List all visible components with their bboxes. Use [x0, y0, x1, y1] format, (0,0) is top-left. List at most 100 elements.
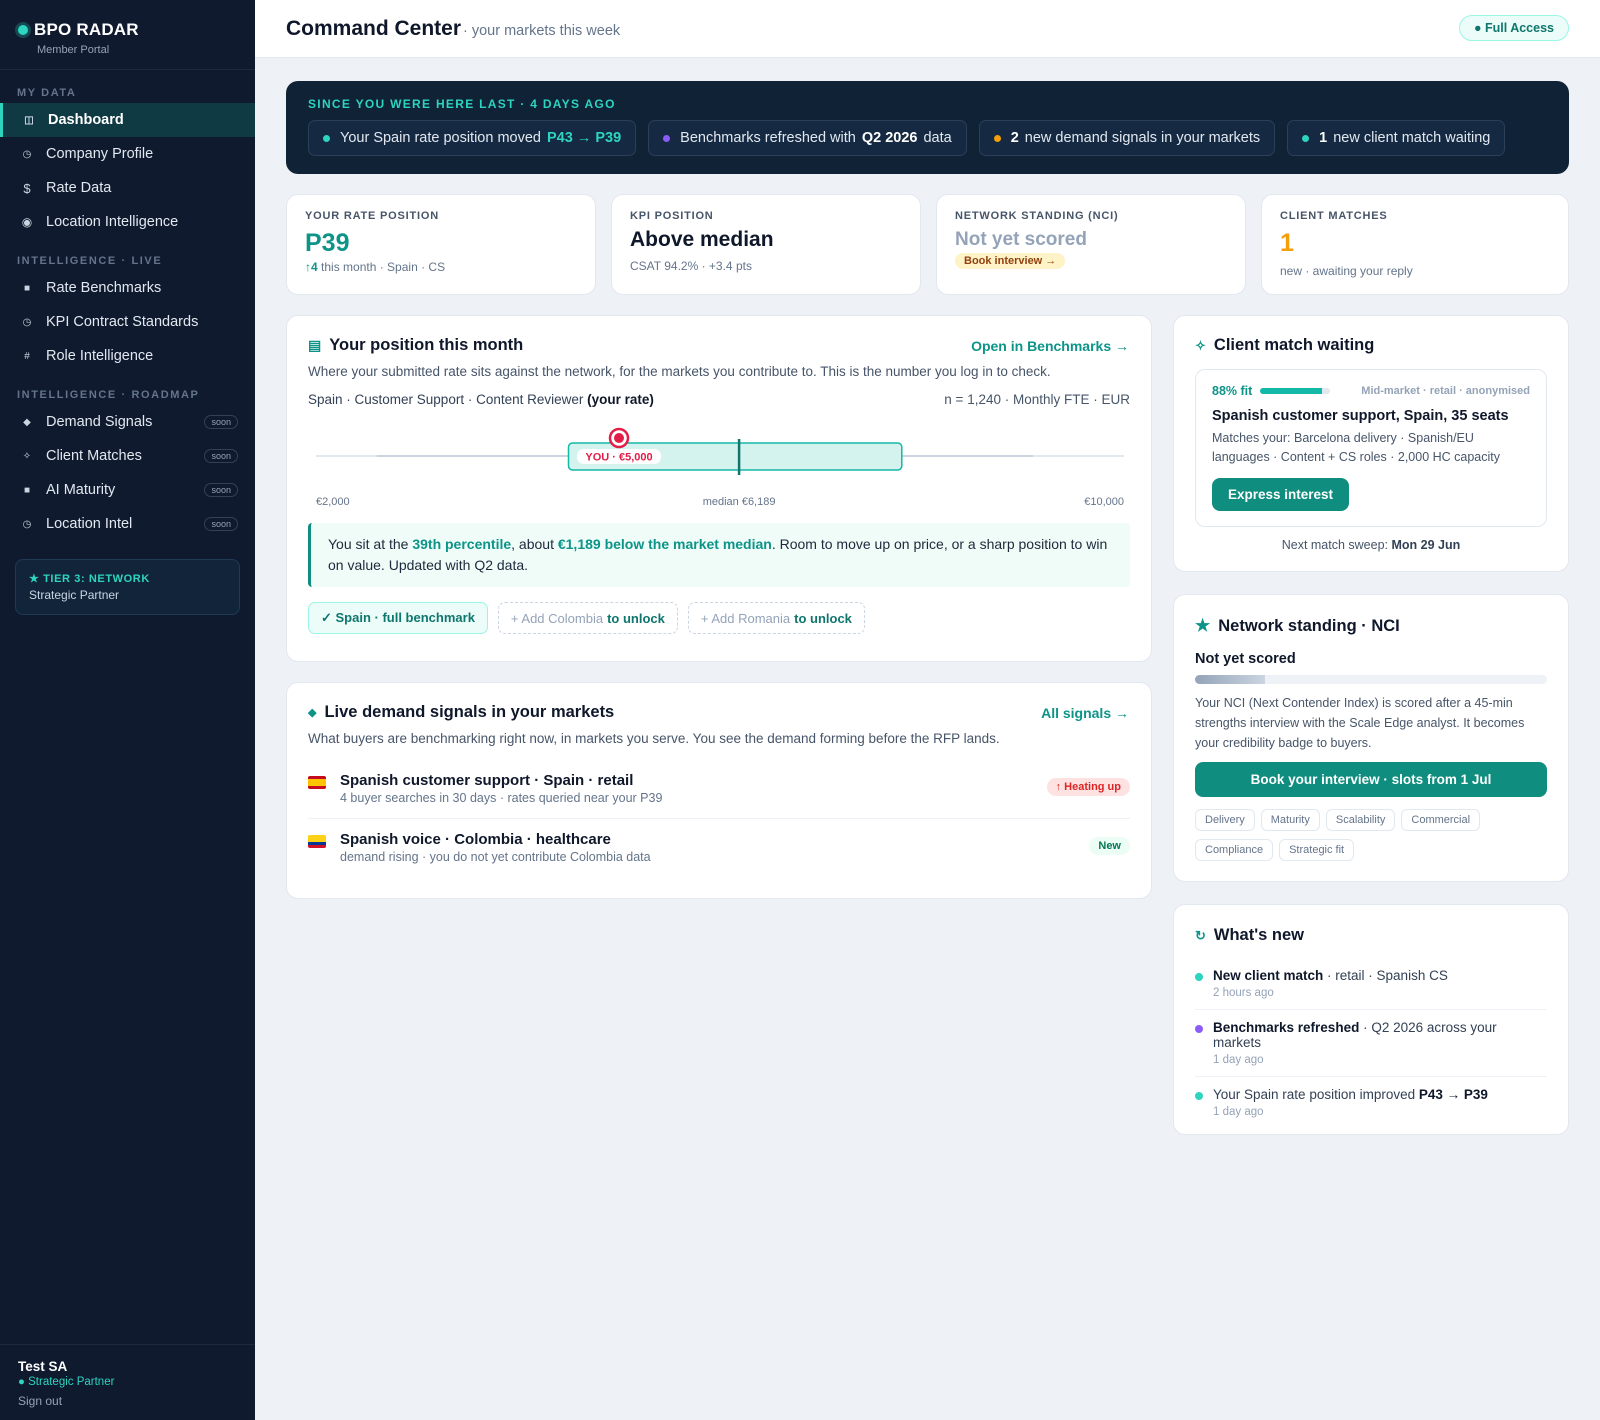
context-label: Spain · Customer Support · Content Revie… [308, 392, 584, 407]
user-box: Test SA ● Strategic Partner Sign out [0, 1344, 255, 1420]
status-dot-icon [1302, 134, 1310, 142]
sidebar-item-client-matches[interactable]: ✧ Client Matches soon [0, 439, 255, 473]
location-icon: ◉ [21, 215, 33, 229]
express-interest-button[interactable]: Express interest [1212, 478, 1350, 511]
dollar-icon: $ [23, 180, 31, 196]
kpi-kpi-position[interactable]: KPI POSITION Above median CSAT 94.2% · +… [611, 194, 921, 295]
sidebar-item-role-intelligence[interactable]: # Role Intelligence [0, 339, 255, 373]
sidebar-item-kpi-contract-standards[interactable]: ◷ KPI Contract Standards [0, 305, 255, 339]
kpi-client-matches[interactable]: CLIENT MATCHES 1 new · awaiting your rep… [1261, 194, 1569, 295]
kpi-rate-position[interactable]: YOUR RATE POSITION P39 ↑4 this month · S… [286, 194, 596, 295]
top-bar: Command Center · your markets this week … [255, 0, 1600, 58]
card-title: Client match waiting [1213, 336, 1375, 354]
feed-item[interactable]: Your Spain rate position improved P43 → … [1195, 1077, 1547, 1128]
axis-min-label: €2,000 [316, 496, 350, 508]
book-interview-button[interactable]: Book interview → [955, 253, 1066, 269]
fit-bar-fill [1260, 388, 1322, 394]
sample-meta: n = 1,240 · Monthly FTE · EUR [944, 392, 1130, 407]
brand: BPO RADAR Member Portal [0, 0, 255, 70]
card-title: Live demand signals in your markets [324, 703, 615, 721]
signal-title: Spanish voice · Colombia · healthcare [340, 831, 611, 848]
building-icon: ◷ [22, 148, 32, 160]
soon-badge: soon [204, 449, 238, 463]
banner-title: SINCE YOU WERE HERE LAST · 4 DAYS AGO [308, 97, 616, 111]
add-romania-button[interactable]: + Add Romania to unlock [687, 602, 865, 634]
banner-chip-demand-signals[interactable]: 2 new demand signals in your markets [978, 120, 1276, 156]
tag-commercial: Commercial [1401, 809, 1481, 831]
feed-item[interactable]: Benchmarks refreshed · Q2 2026 across yo… [1195, 1010, 1547, 1077]
nci-description: Your NCI (Next Contender Index) is score… [1195, 696, 1525, 750]
section-my-data: MY DATA [17, 87, 77, 99]
position-card: ▤ Your position this month Open in Benchm… [286, 315, 1152, 662]
spain-benchmark-pill[interactable]: ✓ Spain · full benchmark [308, 602, 488, 634]
you-label: YOU · €5,000 [585, 452, 652, 464]
sidebar-item-label: Client Matches [46, 448, 142, 464]
sidebar-item-rate-data[interactable]: $ Rate Data [0, 171, 255, 205]
sign-out-link[interactable]: Sign out [18, 1394, 237, 1408]
fit-bar [1260, 388, 1331, 394]
sidebar-item-location-intelligence[interactable]: ◉ Location Intelligence [0, 205, 255, 239]
spain-flag-icon [308, 776, 326, 789]
kpi-label: CLIENT MATCHES [1280, 210, 1388, 222]
axis-max-label: €10,000 [1084, 496, 1124, 508]
feed-time: 2 hours ago [1213, 987, 1274, 999]
nci-progress-bar [1195, 675, 1547, 684]
kpi-sub: this month · Spain · CS [317, 260, 446, 274]
sidebar-item-label: Rate Data [46, 180, 112, 196]
open-benchmarks-link[interactable]: Open in Benchmarks → [971, 338, 1129, 354]
book-interview-button[interactable]: Book your interview · slots from 1 Jul [1195, 762, 1547, 797]
brand-subtitle: Member Portal [37, 44, 110, 56]
chart-icon: ▤ [308, 337, 322, 353]
nci-tags: Delivery Maturity Scalability Commercial Com… [1195, 809, 1547, 869]
trend-up-value: ↑4 [305, 260, 318, 274]
dashboard-icon: ◫ [24, 114, 34, 126]
brand-dot-icon [18, 25, 28, 35]
axis-median-label: median €6,189 [703, 496, 776, 508]
feed-item[interactable]: New client match · retail · Spanish CS 2 … [1195, 958, 1547, 1010]
kpi-label: KPI POSITION [630, 210, 714, 222]
kpi-value: 1 [1280, 229, 1294, 257]
kpi-value: P39 [305, 229, 350, 257]
access-badge: ● Full Access [1458, 15, 1569, 41]
kpi-sub: CSAT 94.2% · +3.4 pts [630, 259, 752, 273]
page-title: Command Center [286, 17, 462, 40]
nci-card: ★ Network standing · NCI Not yet scored Y… [1173, 594, 1569, 882]
tag-maturity: Maturity [1260, 809, 1320, 831]
all-signals-link[interactable]: All signals → [1041, 705, 1129, 721]
sidebar-item-rate-benchmarks[interactable]: ■ Rate Benchmarks [0, 271, 255, 305]
signal-sub: demand rising · you do not yet contribut… [340, 850, 651, 864]
brand-name: BPO RADAR [34, 20, 139, 39]
banner-chip-client-match[interactable]: 1 new client match waiting [1287, 120, 1506, 156]
tier-badge[interactable]: ★ TIER 3: NETWORK Strategic Partner [15, 559, 240, 615]
card-title: Network standing · NCI [1218, 616, 1400, 635]
new-badge: New [1089, 837, 1130, 855]
sidebar-item-demand-signals[interactable]: ◆ Demand Signals soon [0, 405, 255, 439]
signal-title: Spanish customer support · Spain · retai… [340, 772, 634, 789]
signal-sub: 4 buyer searches in 30 days · rates quer… [340, 791, 663, 805]
diamond-icon: ◆ [308, 707, 317, 719]
soon-badge: soon [204, 517, 238, 531]
kpi-label: NETWORK STANDING (NCI) [955, 210, 1119, 222]
sidebar-item-dashboard[interactable]: ◫ Dashboard [0, 103, 255, 137]
sidebar-item-location-intel[interactable]: ◷ Location Intel soon [0, 507, 255, 541]
banner-chip-rate-position[interactable]: Your Spain rate position moved P43 → P39 [308, 120, 637, 156]
nci-status: Not yet scored [1195, 651, 1296, 667]
banner-chip-benchmarks[interactable]: Benchmarks refreshed with Q2 2026 data [648, 120, 967, 156]
tag-strategic-fit: Strategic fit [1279, 839, 1355, 861]
kpi-value: Above median [630, 228, 774, 251]
match-segment: Mid-market · retail · anonymised [1361, 385, 1530, 397]
feed-time: 1 day ago [1213, 1054, 1264, 1066]
kpi-network-standing[interactable]: NETWORK STANDING (NCI) Not yet scored Bo… [936, 194, 1246, 295]
sidebar-item-ai-maturity[interactable]: ■ AI Maturity soon [0, 473, 255, 507]
sidebar-item-company-profile[interactable]: ◷ Company Profile [0, 137, 255, 171]
refresh-icon: ↻ [1195, 927, 1206, 943]
section-intelligence-live: INTELLIGENCE · LIVE [17, 255, 163, 267]
sparkle-icon: ✧ [1195, 337, 1206, 353]
signal-item[interactable]: Spanish customer support · Spain · retai… [308, 764, 1130, 819]
nci-progress-fill [1195, 675, 1266, 684]
sidebar: BPO RADAR Member Portal MY DATA ◫ Dashboa… [0, 0, 255, 1420]
kpi-label: YOUR RATE POSITION [305, 210, 439, 222]
signal-item[interactable]: Spanish voice · Colombia · healthcare de… [308, 819, 1130, 872]
add-colombia-button[interactable]: + Add Colombia to unlock [497, 602, 678, 634]
heating-up-badge: ↑ Heating up [1046, 778, 1130, 796]
